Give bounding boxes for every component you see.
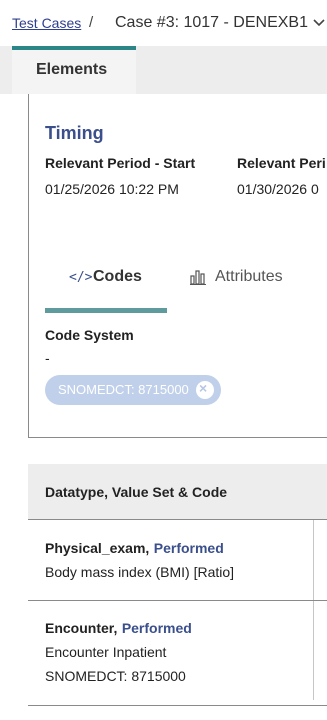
breadcrumb-separator: / — [89, 14, 94, 31]
row-divider — [28, 600, 327, 601]
relevant-period-start-label: Relevant Period - Start — [45, 155, 196, 171]
code-icon: </> — [69, 270, 93, 285]
row-status: Performed — [121, 620, 192, 636]
row-datatype: Physical_exam, — [45, 540, 150, 556]
tab-codes-label[interactable]: Codes — [93, 268, 142, 286]
relevant-period-end-value: 01/30/2026 0 — [237, 181, 319, 197]
table-row[interactable]: Physical_exam, Performed — [45, 540, 224, 558]
code-system-value: - — [45, 350, 50, 366]
timing-heading: Timing — [45, 123, 104, 143]
column-divider — [313, 520, 314, 700]
row-code: SNOMEDCT: 8715000 — [45, 668, 186, 684]
code-chip-label: SNOMEDCT: 8715000 — [58, 382, 189, 397]
row-divider — [28, 705, 327, 706]
tab-elements-label: Elements — [36, 61, 108, 78]
relevant-period-end-label: Relevant Peri — [237, 155, 326, 171]
breadcrumb-test-cases-link[interactable]: Test Cases — [12, 15, 81, 31]
bar-chart-icon[interactable] — [190, 270, 206, 285]
row-datatype: Encounter, — [45, 620, 118, 636]
case-selector-title[interactable]: Case #3: 1017 - DENEXB1 — [115, 14, 308, 32]
code-system-label: Code System — [45, 327, 134, 343]
row-value-set: Encounter Inpatient — [45, 644, 167, 660]
row-status: Performed — [153, 540, 224, 556]
table-row[interactable]: Encounter, Performed — [45, 620, 192, 638]
chevron-down-icon[interactable] — [313, 18, 325, 28]
active-tab-indicator — [45, 308, 167, 313]
table-header-label: Datatype, Value Set & Code — [45, 484, 228, 500]
tab-attributes-label[interactable]: Attributes — [215, 268, 283, 286]
row-value-set: Body mass index (BMI) [Ratio] — [45, 564, 235, 580]
relevant-period-start-value: 01/25/2026 10:22 PM — [45, 181, 179, 197]
chip-remove-glyph[interactable]: × — [199, 380, 207, 396]
